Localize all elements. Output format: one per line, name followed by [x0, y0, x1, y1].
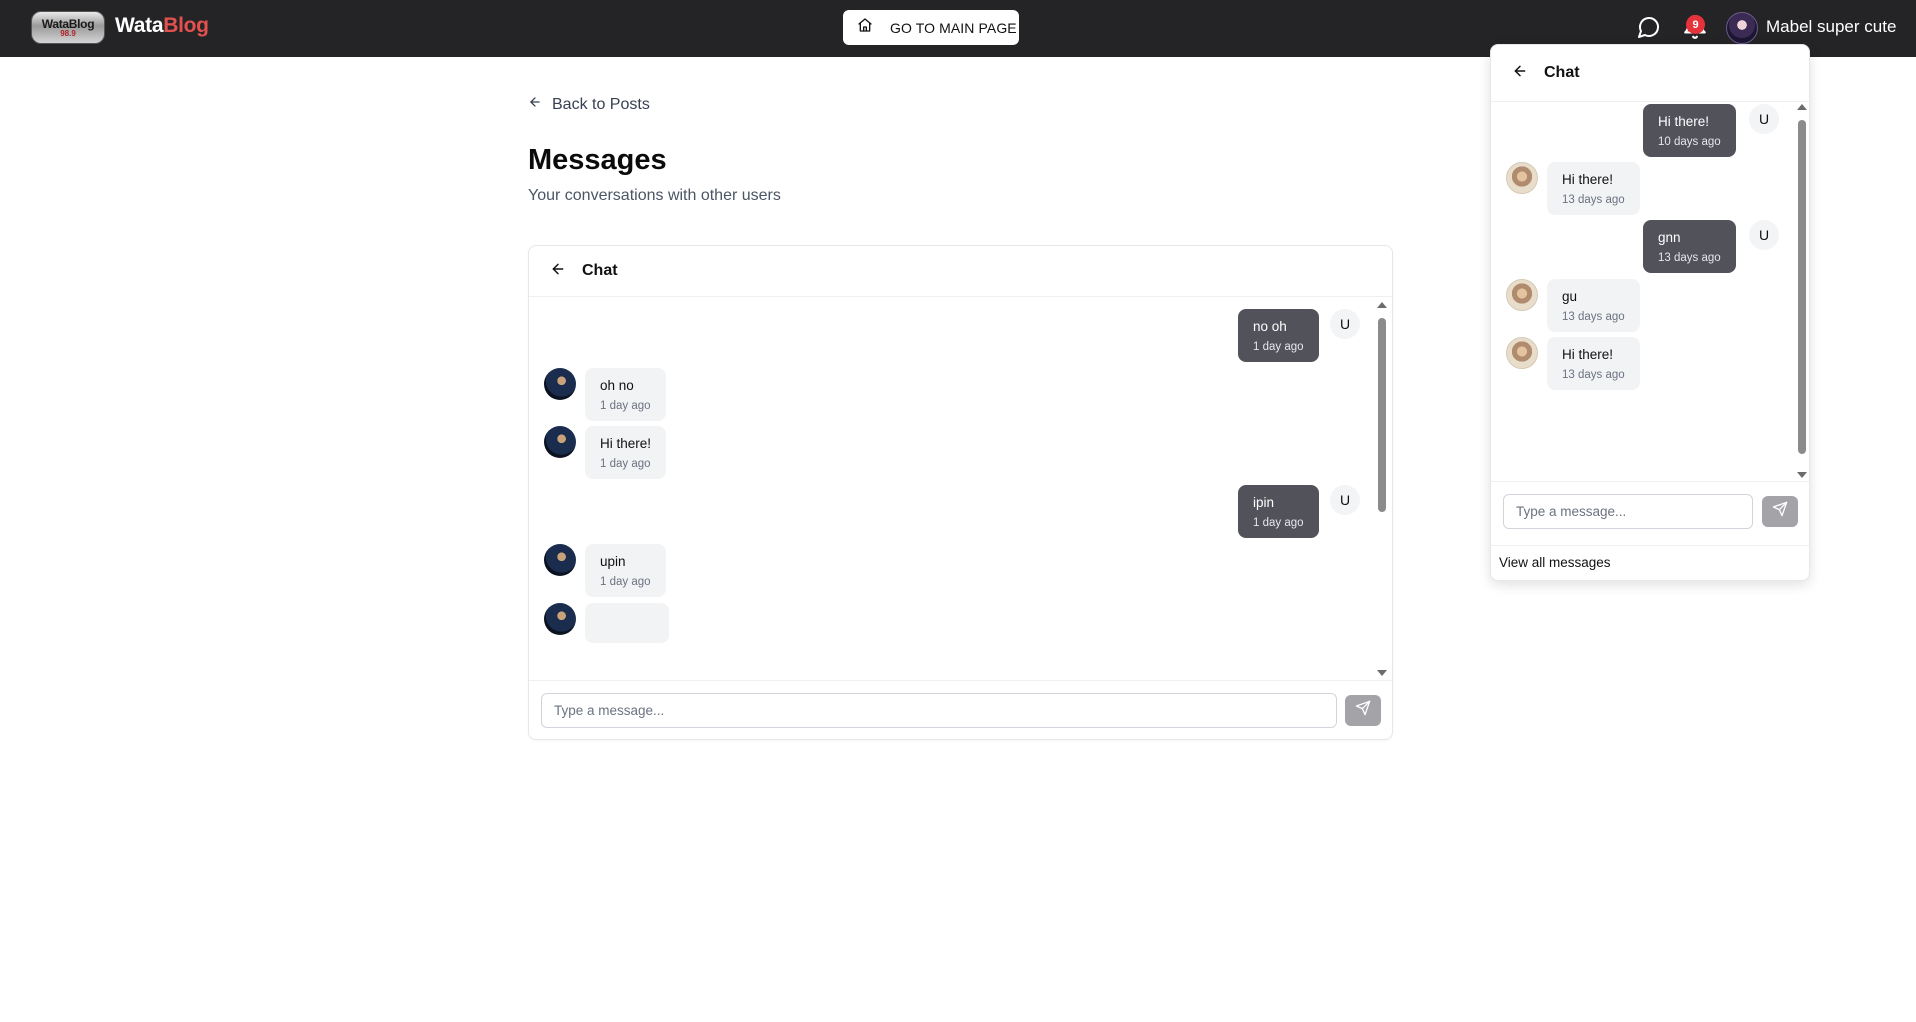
message-text: Hi there!	[1562, 172, 1614, 187]
go-to-main-page-button[interactable]: GO TO MAIN PAGE	[843, 10, 1019, 45]
avatar: U	[1330, 309, 1360, 339]
user-name[interactable]: Mabel super cute	[1766, 17, 1896, 37]
message-bubble-incoming: Hi there! 13 days ago	[1547, 337, 1640, 390]
arrow-left-icon[interactable]	[1512, 63, 1528, 84]
chat-header: Chat	[529, 246, 1392, 297]
brand-part-1: Wata	[115, 14, 164, 37]
avatar	[1506, 279, 1538, 311]
message-time: 1 day ago	[600, 458, 651, 470]
message-time: 13 days ago	[1658, 252, 1721, 264]
message-time: 13 days ago	[1562, 194, 1625, 206]
send-icon	[1772, 501, 1788, 522]
message-time: 1 day ago	[600, 576, 651, 588]
message-bubble-outgoing: gnn 13 days ago	[1643, 220, 1736, 273]
panel-header: Chat	[1491, 45, 1809, 102]
message-text: oh no	[600, 378, 634, 393]
panel-message-input[interactable]	[1503, 494, 1753, 529]
message-text: no oh	[1253, 319, 1287, 334]
scroll-up-arrow[interactable]	[1797, 104, 1807, 110]
avatar: U	[1749, 220, 1779, 250]
message-time: 13 days ago	[1562, 311, 1625, 323]
panel-send-button[interactable]	[1762, 496, 1798, 527]
scroll-down-arrow[interactable]	[1797, 472, 1807, 478]
avatar	[1506, 337, 1538, 369]
message-bubble-incoming: Hi there! 1 day ago	[585, 426, 667, 479]
view-all-messages-link[interactable]: View all messages	[1499, 555, 1611, 570]
arrow-left-icon	[528, 95, 542, 114]
panel-title: Chat	[1544, 64, 1580, 81]
message-time: 10 days ago	[1658, 136, 1721, 148]
avatar: U	[1749, 104, 1779, 134]
message-bubble-incoming: gu 13 days ago	[1547, 279, 1640, 332]
chat-scrollbar[interactable]	[1376, 302, 1387, 676]
panel-message-list[interactable]: Hi there! 10 days ago U Hi there! 13 day…	[1491, 103, 1796, 481]
message-bubble-outgoing: ipin 1 day ago	[1238, 485, 1319, 538]
message-time: 1 day ago	[600, 400, 651, 412]
message-list[interactable]: no oh 1 day ago U oh no 1 day ago Hi the…	[529, 298, 1379, 680]
message-time: 13 days ago	[1562, 369, 1625, 381]
message-composer	[529, 680, 1392, 739]
scroll-up-arrow[interactable]	[1377, 302, 1387, 308]
message-bubble-incoming: Hi there! 13 days ago	[1547, 162, 1640, 215]
back-link-label: Back to Posts	[552, 95, 650, 113]
send-icon	[1355, 700, 1371, 721]
logo-subtext: 98.9	[60, 28, 76, 38]
home-icon	[857, 17, 873, 38]
page-title: Messages	[528, 144, 667, 176]
back-to-posts-link[interactable]: Back to Posts	[528, 95, 650, 114]
panel-scrollbar[interactable]	[1796, 104, 1807, 478]
avatar: U	[1330, 485, 1360, 515]
message-text: ipin	[1253, 495, 1275, 510]
panel-message-composer	[1491, 481, 1809, 536]
site-logo[interactable]: WataBlog 98.9	[31, 11, 105, 44]
send-button[interactable]	[1345, 695, 1381, 726]
arrow-left-icon[interactable]	[550, 261, 566, 282]
avatar	[544, 426, 576, 458]
message-text: upin	[600, 554, 626, 569]
chat-dropdown-panel: Chat Hi there! 10 days ago U Hi there! 1…	[1490, 44, 1810, 581]
page-subtitle: Your conversations with other users	[528, 187, 781, 204]
message-bubble-outgoing: no oh 1 day ago	[1238, 309, 1319, 362]
avatar	[544, 544, 576, 576]
main-page-button-label: GO TO MAIN PAGE	[890, 19, 1017, 36]
avatar	[1506, 162, 1538, 194]
user-avatar[interactable]	[1726, 12, 1758, 44]
message-time: 1 day ago	[1253, 517, 1304, 529]
avatar	[544, 368, 576, 400]
brand-name[interactable]: WataBlog	[115, 14, 209, 38]
message-bubble-incoming: upin 1 day ago	[585, 544, 666, 597]
message-text: gu	[1562, 289, 1578, 304]
avatar	[544, 603, 576, 635]
scroll-down-arrow[interactable]	[1377, 670, 1387, 676]
scroll-thumb[interactable]	[1798, 120, 1806, 454]
message-text: Hi there!	[1658, 114, 1710, 129]
scroll-thumb[interactable]	[1378, 318, 1386, 512]
message-bubble-incoming	[585, 603, 669, 643]
divider	[1491, 545, 1809, 546]
message-bubble-incoming: oh no 1 day ago	[585, 368, 666, 421]
notification-badge: 9	[1686, 15, 1705, 34]
message-time: 1 day ago	[1253, 341, 1304, 353]
chat-title: Chat	[582, 262, 618, 279]
brand-part-2: Blog	[163, 14, 209, 37]
message-text: Hi there!	[1562, 347, 1614, 362]
message-bubble-outgoing: Hi there! 10 days ago	[1643, 104, 1736, 157]
message-text: gnn	[1658, 230, 1681, 245]
message-text: Hi there!	[600, 436, 652, 451]
chat-bubble-icon[interactable]	[1637, 15, 1661, 39]
chat-window: Chat no oh 1 day ago U oh no 1 day ago H…	[528, 245, 1393, 740]
logo-text: WataBlog	[41, 16, 95, 31]
message-input[interactable]	[541, 693, 1337, 728]
